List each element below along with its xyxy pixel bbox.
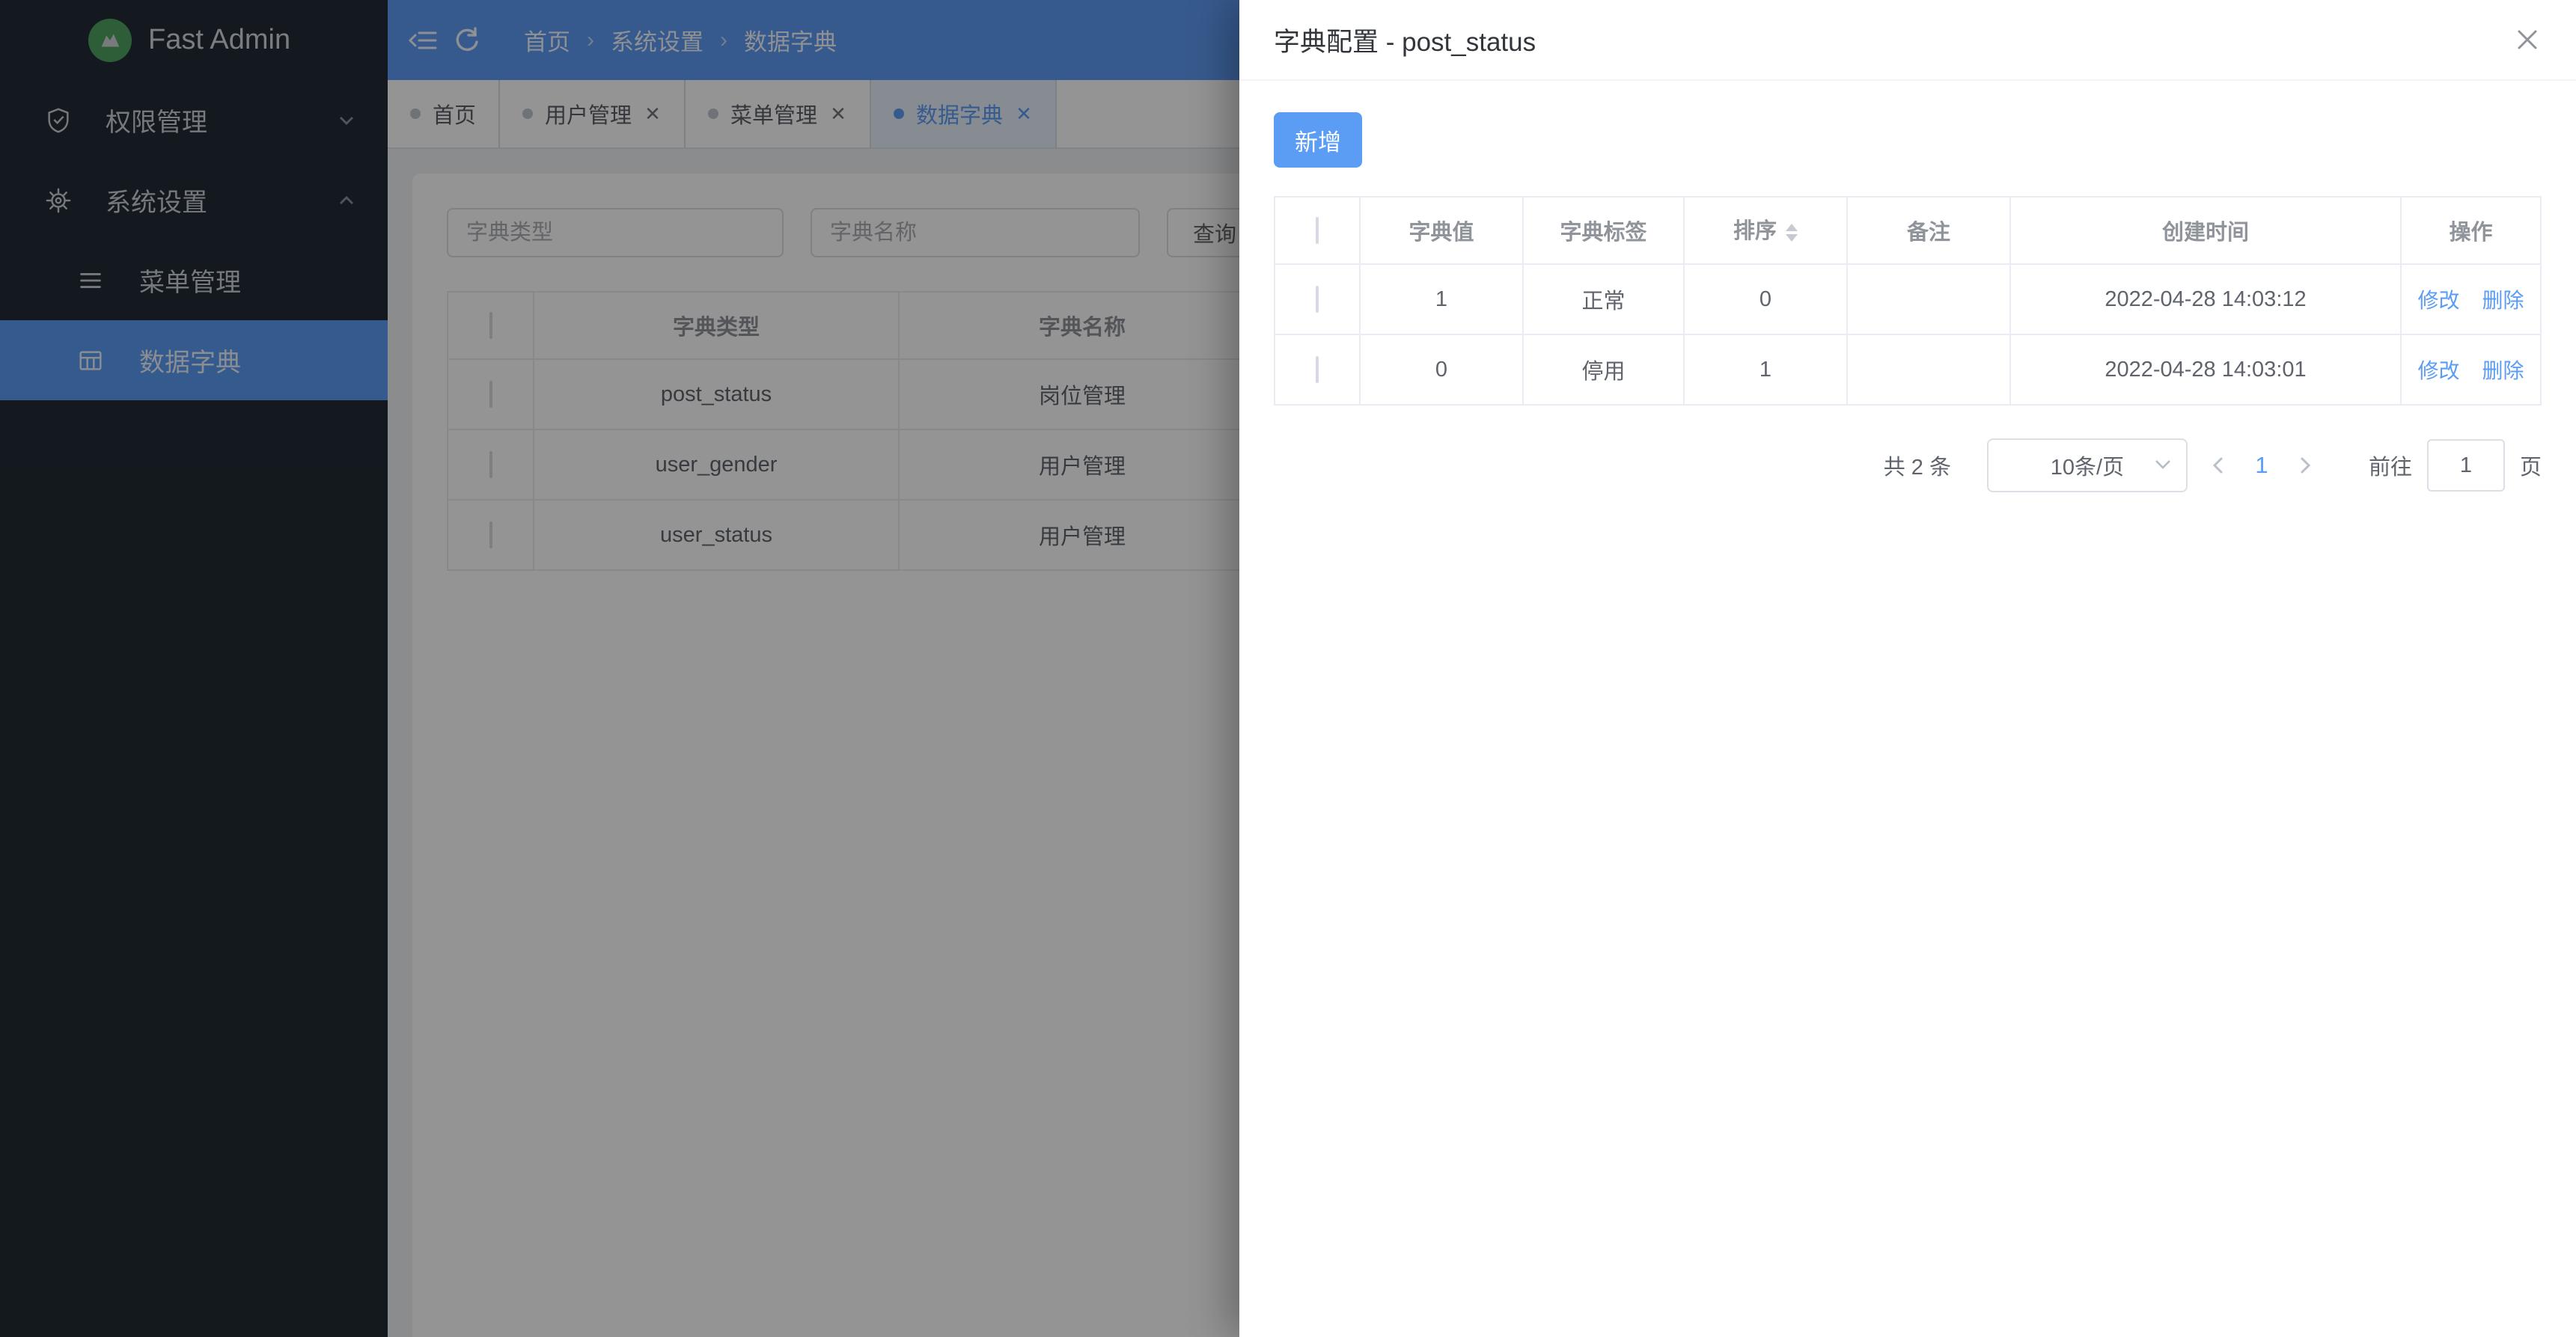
- dict-config-drawer: 字典配置 - post_status 新增 字典值 字典标签: [1239, 0, 2576, 1337]
- cell-dict-value: 1: [1360, 264, 1523, 334]
- app-root: Fast Admin 权限管理: [0, 0, 2576, 1337]
- drawer-body: 新增 字典值 字典标签 排序 备注 创建时间: [1239, 81, 2576, 492]
- cell-created-time: 2022-04-28 14:03:12: [2010, 264, 2401, 334]
- cell-remark: [1847, 334, 2010, 405]
- column-header: 字典标签: [1523, 197, 1684, 264]
- cell-actions: 修改删除: [2401, 334, 2541, 405]
- dict-items-table: 字典值 字典标签 排序 备注 创建时间 操作 1 正常: [1274, 196, 2542, 406]
- pagination-total: 共 2 条: [1884, 450, 1951, 481]
- cell-created-time: 2022-04-28 14:03:01: [2010, 334, 2401, 405]
- select-all-checkbox[interactable]: [1316, 217, 1319, 244]
- cell-dict-value: 0: [1360, 334, 1523, 405]
- column-header: 字典值: [1360, 197, 1523, 264]
- chevron-down-icon: [2155, 459, 2171, 470]
- table-row[interactable]: 1 正常 0 2022-04-28 14:03:12 修改删除: [1275, 264, 2541, 334]
- column-header: 操作: [2401, 197, 2541, 264]
- page-number-current[interactable]: 1: [2249, 452, 2274, 479]
- prev-page-icon[interactable]: [2207, 454, 2229, 477]
- drawer-title: 字典配置 - post_status: [1274, 21, 1536, 59]
- add-button[interactable]: 新增: [1274, 112, 1362, 168]
- cell-dict-label: 正常: [1523, 264, 1684, 334]
- goto-page-input[interactable]: [2427, 439, 2505, 492]
- cell-dict-label: 停用: [1523, 334, 1684, 405]
- cell-sort: 0: [1684, 264, 1847, 334]
- drawer-header: 字典配置 - post_status: [1239, 0, 2576, 81]
- row-checkbox[interactable]: [1316, 286, 1319, 313]
- edit-link[interactable]: 修改: [2417, 289, 2459, 312]
- column-header: 创建时间: [2010, 197, 2401, 264]
- page-size-value: 10条/页: [2051, 450, 2124, 481]
- next-page-icon[interactable]: [2294, 454, 2316, 477]
- delete-link[interactable]: 删除: [2482, 359, 2524, 382]
- close-icon[interactable]: [2513, 25, 2542, 54]
- sort-caret-icon[interactable]: [1786, 218, 1798, 248]
- goto-label: 前往: [2369, 450, 2412, 481]
- column-header-sortable[interactable]: 排序: [1684, 197, 1847, 264]
- table-row[interactable]: 0 停用 1 2022-04-28 14:03:01 修改删除: [1275, 334, 2541, 405]
- table-header-row: 字典值 字典标签 排序 备注 创建时间 操作: [1275, 197, 2541, 264]
- cell-actions: 修改删除: [2401, 264, 2541, 334]
- pagination: 共 2 条 10条/页 1 前往 页: [1274, 438, 2542, 492]
- column-header-label: 排序: [1733, 219, 1777, 243]
- cell-remark: [1847, 264, 2010, 334]
- page-suffix-label: 页: [2520, 450, 2542, 481]
- row-checkbox[interactable]: [1316, 356, 1319, 383]
- edit-link[interactable]: 修改: [2417, 359, 2459, 382]
- delete-link[interactable]: 删除: [2482, 289, 2524, 312]
- cell-sort: 1: [1684, 334, 1847, 405]
- page-size-select[interactable]: 10条/页: [1987, 438, 2188, 492]
- column-header: 备注: [1847, 197, 2010, 264]
